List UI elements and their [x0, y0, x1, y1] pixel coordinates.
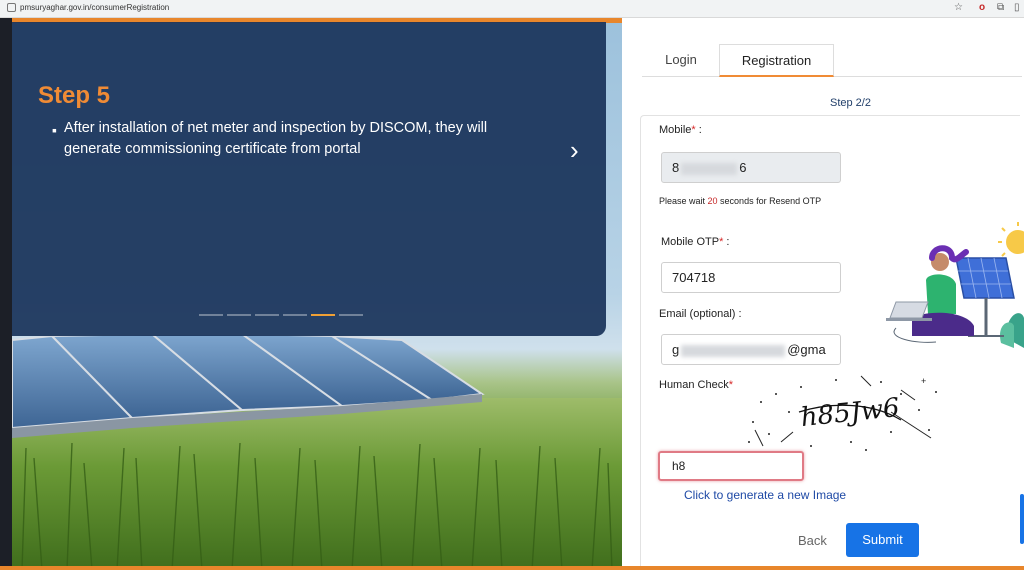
chevron-right-icon[interactable]: ›	[570, 136, 579, 164]
slide-indicator[interactable]	[255, 314, 279, 316]
auth-tabs: Login Registration	[642, 44, 1022, 77]
slide-indicator[interactable]	[283, 314, 307, 316]
email-label: Email (optional) :	[659, 308, 742, 320]
slide-indicator[interactable]	[227, 314, 251, 316]
screen: pmsuryaghar.gov.in/consumerRegistration …	[0, 0, 1024, 570]
extensions-puzzle-icon[interactable]: ⧉	[997, 2, 1004, 14]
new-captcha-link[interactable]: Click to generate a new Image	[684, 488, 846, 502]
redacted-mask	[681, 344, 786, 357]
extension-icon[interactable]: o	[979, 2, 985, 14]
browser-toolbar: pmsuryaghar.gov.in/consumerRegistration …	[0, 0, 1024, 18]
bookmark-star-icon[interactable]: ☆	[954, 2, 963, 14]
mobile-field: 86	[661, 152, 841, 183]
slide-indicator[interactable]	[339, 314, 363, 316]
auth-panel: Login Registration Step 2/2 Mobile* : 86…	[622, 18, 1024, 570]
captcha-image: h85Jw6 +	[748, 375, 937, 451]
tab-login[interactable]: Login	[642, 44, 720, 77]
tab-registration[interactable]: Registration	[719, 44, 834, 77]
side-scroll-tab[interactable]	[1020, 494, 1024, 544]
submit-button[interactable]: Submit	[846, 523, 919, 557]
step-indicator: Step 2/2	[830, 97, 871, 109]
email-input[interactable]: g @gma	[661, 334, 841, 365]
back-button[interactable]: Back	[798, 533, 827, 548]
info-slide: Step 5 ▪ After installation of net meter…	[12, 22, 606, 336]
slide-indicator-active[interactable]	[311, 314, 335, 316]
slide-title: Step 5	[38, 82, 111, 109]
svg-text:+: +	[921, 376, 926, 386]
otp-label: Mobile OTP* :	[661, 236, 730, 248]
address-bar[interactable]: pmsuryaghar.gov.in/consumerRegistration	[20, 3, 169, 12]
slide-indicators	[199, 314, 363, 316]
slide-indicator[interactable]	[199, 314, 223, 316]
sidebar-icon[interactable]: ▯	[1014, 2, 1020, 14]
redacted-mask	[681, 162, 738, 175]
captcha-input[interactable]: h8	[658, 451, 804, 481]
solar-user-illustration	[886, 222, 1024, 348]
bottom-accent-bar	[0, 566, 1024, 570]
human-check-label: Human Check*	[659, 379, 733, 391]
left-window-edge	[0, 18, 12, 570]
resend-otp-notice: Please wait 20 seconds for Resend OTP	[659, 196, 822, 206]
mobile-label: Mobile* :	[659, 124, 702, 136]
site-info-icon[interactable]	[7, 3, 16, 12]
otp-input[interactable]: 704718	[661, 262, 841, 293]
slide-text: After installation of net meter and insp…	[64, 120, 488, 157]
